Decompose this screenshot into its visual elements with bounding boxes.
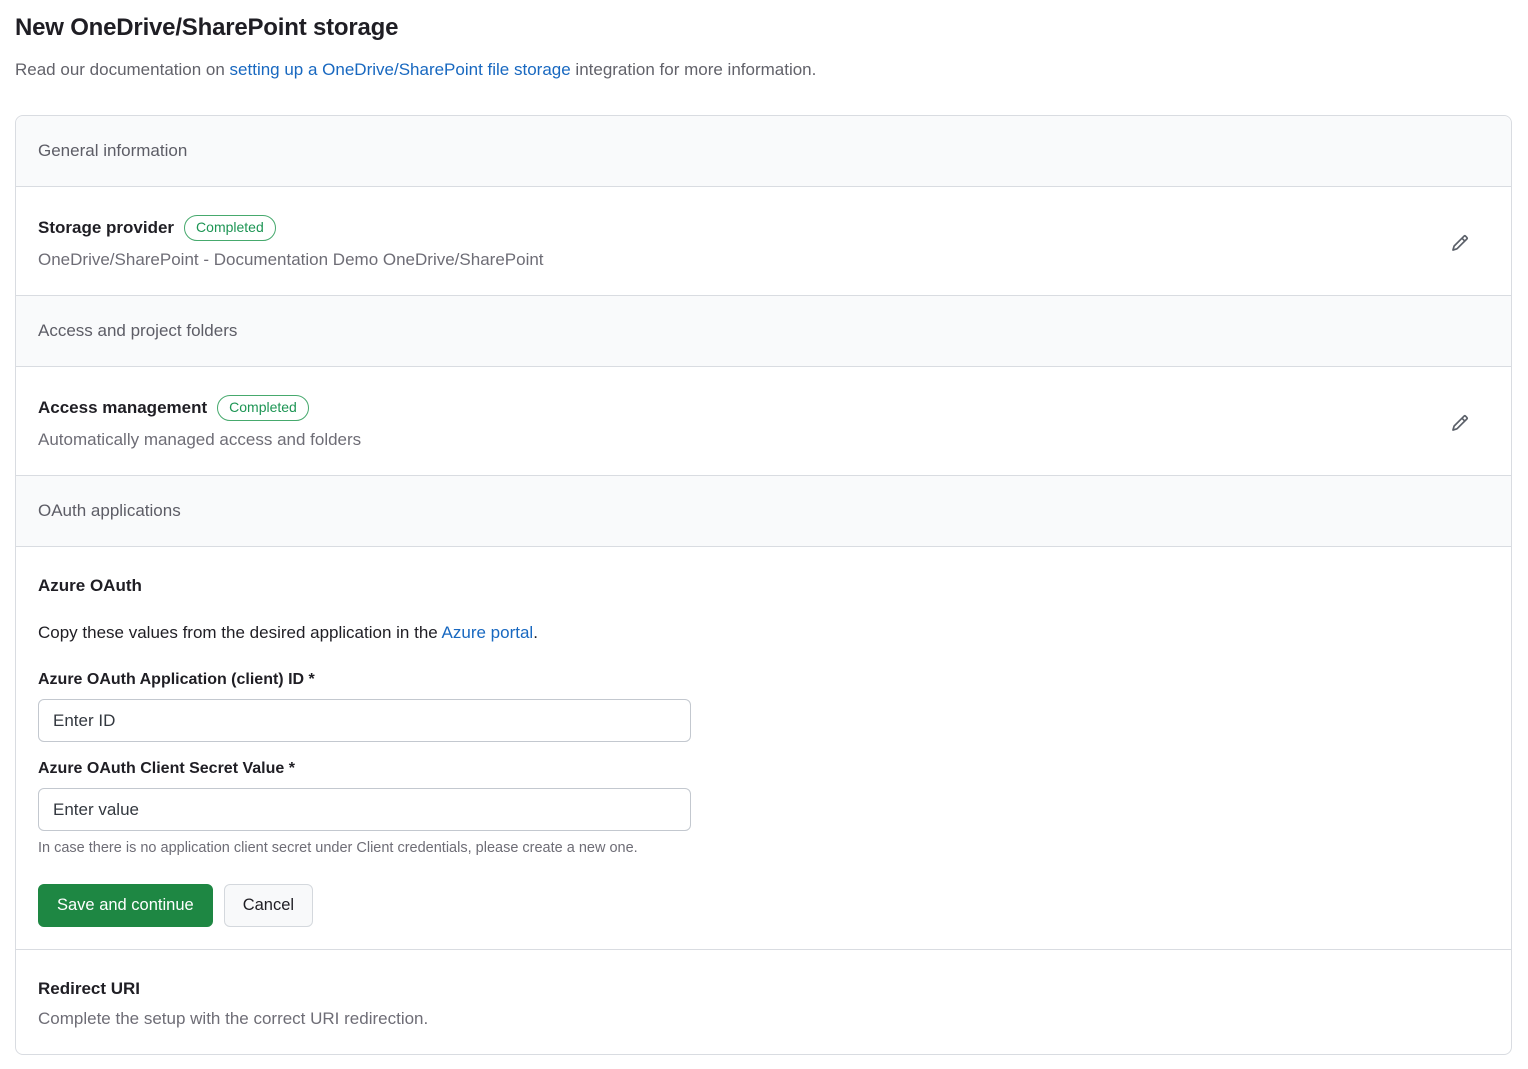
section-header-oauth-applications: OAuth applications <box>16 476 1511 547</box>
subtitle-text-suffix: integration for more information. <box>571 60 817 79</box>
page-title: New OneDrive/SharePoint storage <box>15 0 1512 42</box>
client-id-input[interactable] <box>38 699 691 742</box>
redirect-uri-row: Redirect URI Complete the setup with the… <box>16 950 1511 1054</box>
access-management-title-line: Access management Completed <box>38 395 361 421</box>
intro-text-prefix: Copy these values from the desired appli… <box>38 623 442 642</box>
redirect-uri-title: Redirect URI <box>38 978 140 1000</box>
storage-setup-card: General information Storage provider Com… <box>15 115 1512 1055</box>
pencil-icon <box>1451 240 1469 255</box>
storage-provider-title-line: Storage provider Completed <box>38 215 544 241</box>
pencil-icon <box>1451 420 1469 435</box>
access-management-title: Access management <box>38 397 207 419</box>
documentation-link[interactable]: setting up a OneDrive/SharePoint file st… <box>230 60 571 79</box>
status-badge: Completed <box>217 395 309 421</box>
azure-portal-link[interactable]: Azure portal <box>442 623 534 642</box>
subtitle-text-prefix: Read our documentation on <box>15 60 230 79</box>
client-secret-field-group: Azure OAuth Client Secret Value * In cas… <box>38 760 1489 856</box>
storage-provider-title: Storage provider <box>38 217 174 239</box>
access-management-content: Access management Completed Automaticall… <box>38 395 361 451</box>
save-and-continue-button[interactable]: Save and continue <box>38 884 213 927</box>
storage-provider-row: Storage provider Completed OneDrive/Shar… <box>16 187 1511 296</box>
client-secret-label: Azure OAuth Client Secret Value * <box>38 760 1489 778</box>
form-actions: Save and continue Cancel <box>38 884 1489 927</box>
azure-oauth-intro: Copy these values from the desired appli… <box>38 623 1489 643</box>
page-subtitle: Read our documentation on setting up a O… <box>15 59 1512 80</box>
access-management-description: Automatically managed access and folders <box>38 429 361 451</box>
redirect-uri-title-line: Redirect URI <box>38 978 428 1000</box>
section-header-access-and-project-folders: Access and project folders <box>16 296 1511 367</box>
page: New OneDrive/SharePoint storage Read our… <box>0 0 1528 1069</box>
redirect-uri-description: Complete the setup with the correct URI … <box>38 1008 428 1030</box>
section-header-general-information: General information <box>16 116 1511 187</box>
edit-access-management-button[interactable] <box>1443 406 1477 440</box>
intro-text-suffix: . <box>533 623 538 642</box>
access-management-row: Access management Completed Automaticall… <box>16 367 1511 476</box>
client-id-field-group: Azure OAuth Application (client) ID * <box>38 671 1489 742</box>
client-id-label: Azure OAuth Application (client) ID * <box>38 671 1489 689</box>
edit-storage-provider-button[interactable] <box>1443 226 1477 260</box>
client-secret-input[interactable] <box>38 788 691 831</box>
azure-oauth-form: Azure OAuth Copy these values from the d… <box>16 547 1511 950</box>
client-secret-help-text: In case there is no application client s… <box>38 840 1489 856</box>
storage-provider-content: Storage provider Completed OneDrive/Shar… <box>38 215 544 271</box>
azure-oauth-heading: Azure OAuth <box>38 576 1489 596</box>
cancel-button[interactable]: Cancel <box>224 884 313 927</box>
status-badge: Completed <box>184 215 276 241</box>
redirect-uri-content: Redirect URI Complete the setup with the… <box>38 978 428 1030</box>
storage-provider-description: OneDrive/SharePoint - Documentation Demo… <box>38 249 544 271</box>
